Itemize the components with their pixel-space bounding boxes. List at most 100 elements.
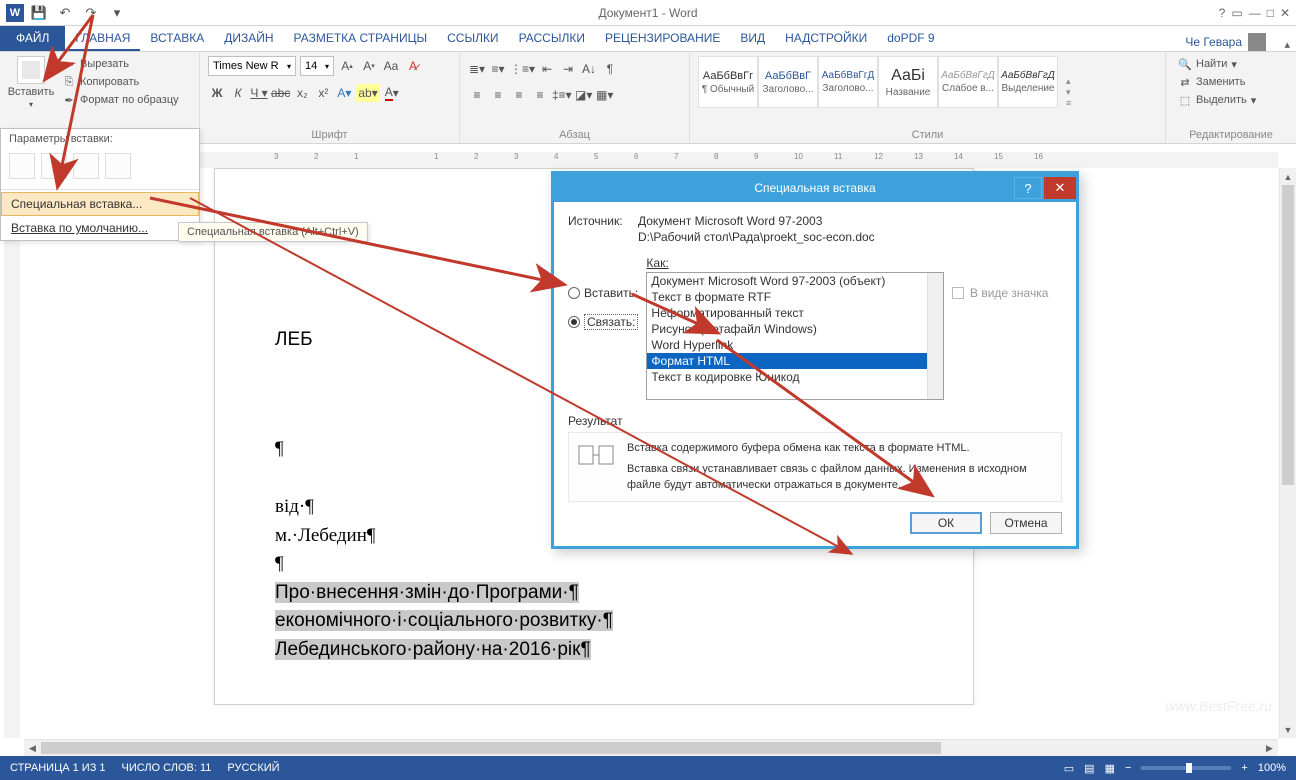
align-right-icon[interactable]: ≡ [510,86,528,104]
paste-default-menuitem[interactable]: Вставка по умолчанию... [1,216,199,240]
help-icon[interactable]: ? [1219,6,1226,20]
show-marks-icon[interactable]: ¶ [601,60,619,78]
account-name[interactable]: Че Гевара [1185,35,1242,49]
font-name-combo[interactable]: Times New R▾ [208,56,296,76]
ribbon-display-icon[interactable]: ▭ [1231,6,1242,20]
view-print-icon[interactable]: ▤ [1084,762,1094,775]
vertical-scrollbar[interactable]: ▲ ▼ [1279,168,1296,738]
tab-addins[interactable]: НАДСТРОЙКИ [775,26,877,51]
style-emphasis[interactable]: АаБбВвГгДВыделение [998,56,1058,108]
tab-home[interactable]: ГЛАВНАЯ [65,26,140,51]
underline-button[interactable]: Ч ▾ [250,84,268,102]
shading-icon[interactable]: ◪▾ [575,86,593,104]
style-normal[interactable]: АаБбВвГг¶ Обычный [698,56,758,108]
cancel-button[interactable]: Отмена [990,512,1062,534]
change-case-icon[interactable]: Aa [382,57,400,75]
font-size-combo[interactable]: 14▾ [300,56,334,76]
list-item[interactable]: Рисунок (метафайл Windows) [647,321,943,337]
scroll-down-icon[interactable]: ▼ [1280,721,1296,738]
list-item[interactable]: Текст в кодировке Юникод [647,369,943,385]
borders-icon[interactable]: ▦▾ [596,86,614,104]
redo-icon[interactable]: ↷ [80,2,102,24]
horizontal-scrollbar[interactable]: ◀ ▶ [24,739,1278,756]
scroll-up-icon[interactable]: ▲ [1280,168,1296,185]
styles-gallery[interactable]: АаБбВвГг¶ Обычный АаБбВвГЗаголово... АаБ… [698,56,1058,127]
status-words[interactable]: ЧИСЛО СЛОВ: 11 [122,762,212,774]
format-painter-button[interactable]: ✒Формат по образцу [58,92,183,108]
align-center-icon[interactable]: ≡ [489,86,507,104]
copy-button[interactable]: ⎘Копировать [58,74,183,90]
qat-customize-icon[interactable]: ▾ [106,2,128,24]
zoom-in-icon[interactable]: + [1241,762,1247,774]
paste-special-menuitem[interactable]: Специальная вставка... [1,192,199,216]
justify-icon[interactable]: ≡ [531,86,549,104]
list-item[interactable]: Word Hyperlink [647,337,943,353]
style-heading2[interactable]: АаБбВвГгДЗаголово... [818,56,878,108]
save-icon[interactable]: 💾 [28,2,50,24]
scroll-thumb-h[interactable] [41,742,941,754]
zoom-slider[interactable] [1141,766,1231,770]
bold-button[interactable]: Ж [208,84,226,102]
highlight-icon[interactable]: ab▾ [356,84,379,102]
maximize-button[interactable]: □ [1267,6,1274,20]
list-item-selected[interactable]: Формат HTML [647,353,943,369]
select-button[interactable]: ⬚Выделить ▾ [1174,92,1260,108]
italic-button[interactable]: К [229,84,247,102]
tab-dopdf[interactable]: doPDF 9 [877,26,944,51]
as-icon-checkbox[interactable]: В виде значка [952,286,1062,300]
tab-mailings[interactable]: РАССЫЛКИ [509,26,595,51]
list-item[interactable]: Текст в формате RTF [647,289,943,305]
multilevel-icon[interactable]: ⋮≡▾ [510,60,535,78]
indent-inc-icon[interactable]: ⇥ [559,60,577,78]
collapse-ribbon-icon[interactable]: ▴ [1284,38,1290,51]
paste-button[interactable]: Вставить ▾ [8,56,54,127]
zoom-value[interactable]: 100% [1258,762,1286,774]
view-read-icon[interactable]: ▭ [1064,762,1074,775]
tab-design[interactable]: ДИЗАЙН [214,26,283,51]
cut-button[interactable]: ✂Вырезать [58,56,183,72]
bullets-icon[interactable]: ≣▾ [468,60,486,78]
vertical-ruler[interactable] [4,168,20,738]
shrink-font-icon[interactable]: A▾ [360,57,378,75]
subscript-button[interactable]: x₂ [293,84,311,102]
horizontal-ruler[interactable]: 321 123 456 789 101112 131415 16 [24,152,1278,168]
view-web-icon[interactable]: ▦ [1105,762,1115,775]
indent-dec-icon[interactable]: ⇤ [538,60,556,78]
close-button[interactable]: ✕ [1280,6,1290,20]
dialog-close-button[interactable]: ✕ [1044,177,1076,199]
tab-file[interactable]: ФАЙЛ [0,26,65,51]
style-subtle[interactable]: АаБбВвГгДСлабое в... [938,56,998,108]
paste-option-text-only[interactable] [73,153,99,179]
radio-link[interactable]: Связать: [568,314,638,330]
scroll-left-icon[interactable]: ◀ [24,740,41,757]
clear-format-icon[interactable]: A̷ [404,57,422,75]
align-left-icon[interactable]: ≡ [468,86,486,104]
list-item[interactable]: Неформатированный текст [647,305,943,321]
tab-layout[interactable]: РАЗМЕТКА СТРАНИЦЫ [284,26,438,51]
undo-icon[interactable]: ↶ [54,2,76,24]
font-color-icon[interactable]: A▾ [383,84,401,102]
list-item[interactable]: Документ Microsoft Word 97-2003 (объект) [647,273,943,289]
paste-option-merge[interactable] [41,153,67,179]
status-lang[interactable]: РУССКИЙ [227,762,279,774]
scroll-thumb-v[interactable] [1282,185,1294,485]
styles-more-icon[interactable]: ▴▾≡ [1062,56,1075,127]
zoom-out-icon[interactable]: − [1125,762,1131,774]
tab-references[interactable]: ССЫЛКИ [437,26,508,51]
numbering-icon[interactable]: ≡▾ [489,60,507,78]
tab-insert[interactable]: ВСТАВКА [140,26,214,51]
sort-icon[interactable]: A↓ [580,60,598,78]
line-spacing-icon[interactable]: ‡≡▾ [552,86,572,104]
tab-view[interactable]: ВИД [730,26,775,51]
dialog-help-button[interactable]: ? [1014,177,1042,199]
style-title[interactable]: АаБіНазвание [878,56,938,108]
replace-button[interactable]: ⇄Заменить [1174,74,1260,90]
status-page[interactable]: СТРАНИЦА 1 ИЗ 1 [10,762,106,774]
minimize-button[interactable]: — [1249,6,1261,20]
superscript-button[interactable]: x² [314,84,332,102]
listbox-scrollbar[interactable] [927,273,943,399]
text-effects-icon[interactable]: A▾ [335,84,353,102]
ok-button[interactable]: ОК [910,512,982,534]
scroll-right-icon[interactable]: ▶ [1261,740,1278,757]
paste-option-keep-source[interactable] [9,153,35,179]
